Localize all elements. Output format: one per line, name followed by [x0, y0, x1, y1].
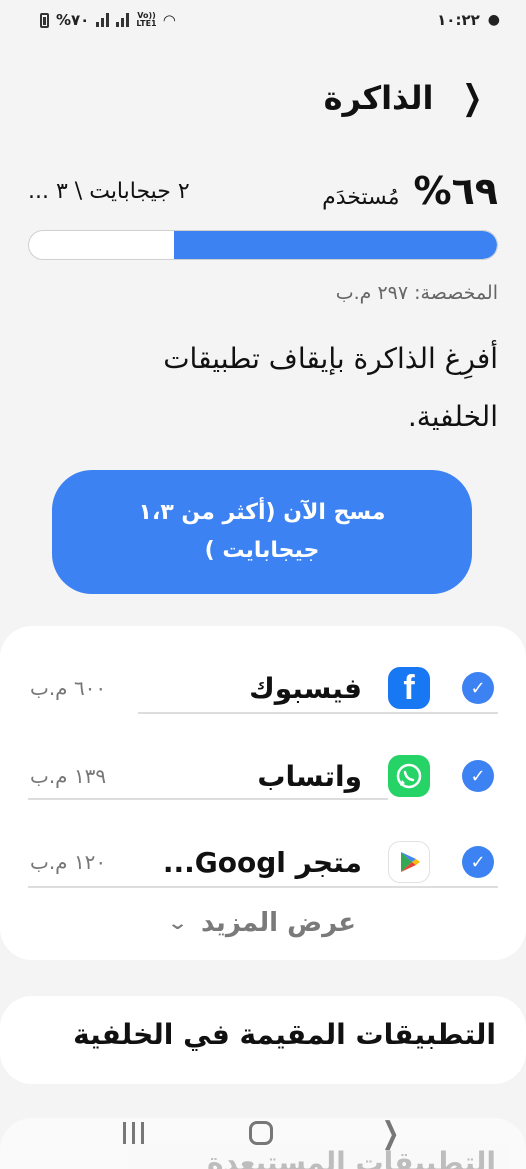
back-icon[interactable]: ❯: [462, 78, 482, 118]
list-item-whatsapp[interactable]: ✓ واتساب ١٣٩ م.ب: [0, 732, 526, 820]
status-icons: %٧٠ Vo)) LTE1 ◠: [40, 11, 175, 29]
memory-progress-fill: [174, 231, 497, 259]
recents-icon[interactable]: [122, 1122, 144, 1144]
list-item-facebook[interactable]: ✓ f فيسبوك ٦٠٠ م.ب: [0, 644, 526, 732]
volte-indicator: Vo)) LTE1: [136, 11, 157, 28]
signal-icon-2: [116, 13, 130, 27]
app-name: واتساب: [257, 759, 362, 793]
message-notification-icon: ●: [487, 12, 500, 28]
app-name: فيسبوك: [249, 671, 362, 705]
memory-progress-bar: [28, 230, 498, 260]
memory-usage-row: ٦٩% مُستخدَم ٢ جيجابايت \ ٣ ...: [28, 166, 498, 216]
clean-now-button[interactable]: مسح الآن (أكثر من ١،٣ جيجابايت ): [52, 470, 472, 594]
background-apps-title: التطبيقات المقيمة في الخلفية: [73, 1018, 496, 1051]
app-memory-size: ١٢٠ م.ب: [30, 850, 107, 874]
usage-label: مُستخدَم: [322, 185, 400, 210]
see-more-label: عرض المزيد: [201, 908, 357, 938]
description-text: أفرِغ الذاكرة بإيقاف تطبيقات الخلفية.: [163, 342, 498, 433]
battery-percent: %٧٠: [56, 11, 90, 29]
divider: [28, 798, 388, 800]
whatsapp-icon: [388, 755, 430, 797]
wifi-icon: ◠: [163, 11, 176, 29]
status-time-group: ١٠:٢٢ ●: [437, 11, 500, 29]
header: الذاكرة ❯: [0, 70, 526, 126]
clock: ١٠:٢٢: [437, 11, 480, 29]
see-more-button[interactable]: عرض المزيد ⌄: [0, 893, 526, 953]
checkbox-checked-icon[interactable]: ✓: [462, 672, 494, 704]
checkbox-checked-icon[interactable]: ✓: [462, 846, 494, 878]
usage-percent: ٦٩%: [413, 169, 498, 213]
navigation-bar: ❯: [0, 1110, 526, 1156]
app-memory-size: ١٣٩ م.ب: [30, 764, 107, 788]
divider: [28, 886, 498, 888]
status-bar: %٧٠ Vo)) LTE1 ◠ ١٠:٢٢ ●: [0, 0, 526, 40]
reserved-memory: المخصصة: ٢٩٧ م.ب: [335, 282, 498, 304]
google-play-icon: [388, 841, 430, 883]
battery-icon: [40, 12, 49, 28]
usage-total: ٢ جيجابايت \ ٣ ...: [28, 178, 190, 204]
app-memory-size: ٦٠٠ م.ب: [30, 676, 107, 700]
background-apps-card[interactable]: التطبيقات المقيمة في الخلفية: [0, 996, 526, 1084]
home-icon[interactable]: [248, 1121, 273, 1145]
chevron-down-icon: ⌄: [166, 912, 189, 934]
app-name: متجر Googl...: [162, 845, 362, 879]
back-nav-icon[interactable]: ❯: [382, 1116, 400, 1151]
signal-icon: [96, 13, 110, 27]
checkbox-checked-icon[interactable]: ✓: [462, 760, 494, 792]
usage-percent-group: ٦٩% مُستخدَم: [322, 169, 498, 213]
page-title: الذاكرة: [323, 79, 434, 117]
facebook-icon: f: [388, 667, 430, 709]
divider: [138, 712, 498, 714]
